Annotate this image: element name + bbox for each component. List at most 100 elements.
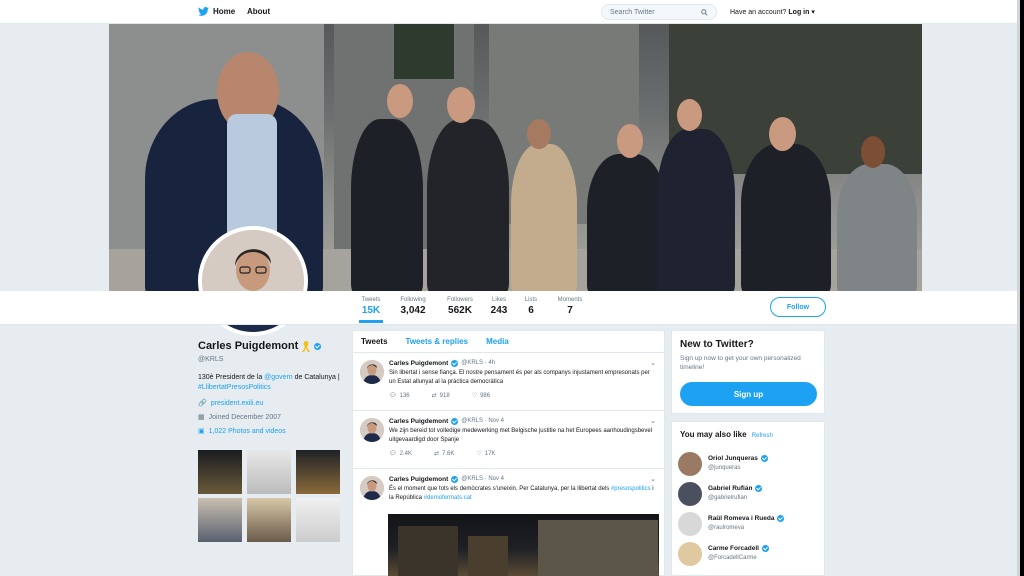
like-count: 986 [480, 393, 491, 399]
tweet-author[interactable]: Carles Puigdemont [389, 417, 448, 426]
retweet-button[interactable]: ⇄ 918 [432, 392, 450, 401]
photos-label: 1,022 Photos and videos [208, 427, 286, 435]
stat-followers[interactable]: Followers 562K [443, 297, 477, 316]
stat-value: 243 [490, 305, 508, 316]
suggested-account[interactable]: Gabriel Rufián @gabrielrufian [678, 482, 818, 508]
signup-box: New to Twitter? Sign up now to get your … [671, 330, 825, 414]
suggested-name: Gabriel Rufián [708, 485, 753, 492]
photos-videos-link[interactable]: ▣ 1,022 Photos and videos [198, 427, 348, 436]
home-link[interactable]: Home [198, 7, 235, 16]
tweet-menu-chevron-icon[interactable]: ⌄ [650, 359, 656, 368]
suggested-avatar[interactable] [678, 482, 702, 506]
reply-count: 136 [399, 393, 410, 399]
verified-badge-icon [451, 476, 459, 483]
tab-tweets-replies[interactable]: Tweets & replies [406, 337, 469, 346]
like-button[interactable]: ♡ 986 [472, 392, 490, 401]
bio-govern-link[interactable]: @govern [264, 374, 293, 381]
signup-text: Sign up now to get your own personalized… [680, 355, 801, 371]
tweet-menu-chevron-icon[interactable]: ⌄ [650, 417, 656, 426]
suggested-name-row: Oriol Junqueras [708, 455, 768, 462]
bio-text-mid: de Catalunya | [292, 374, 340, 381]
tweet-avatar[interactable] [360, 476, 384, 500]
profile-website[interactable]: 🔗 president.exili.eu [198, 399, 348, 408]
scrollbar[interactable] [1017, 0, 1020, 576]
tweet-author[interactable]: Carles Puigdemont [389, 359, 448, 368]
photo-thumbnail[interactable] [198, 498, 242, 542]
twitter-bird-icon [198, 7, 209, 16]
hashtag-link[interactable]: #presospolitics [611, 486, 651, 492]
retweet-button[interactable]: ⇄ 7.6K [434, 450, 454, 459]
chevron-down-icon[interactable]: ▾ [811, 9, 815, 16]
hashtag-link[interactable]: #demofermats.cat [424, 495, 472, 501]
stat-value: 562K [448, 305, 472, 316]
photo-thumbnail[interactable] [296, 498, 340, 542]
reply-button[interactable]: 💬︎ 136 [389, 392, 410, 401]
video-frame: Home About Search Twitter Have an accoun… [0, 0, 1024, 576]
profile-bio: 130è President de la @govern de Cataluny… [198, 373, 348, 393]
tab-media[interactable]: Media [486, 337, 509, 346]
follow-button[interactable]: Follow [770, 297, 826, 317]
about-link[interactable]: About [247, 7, 270, 16]
suggested-account[interactable]: Raül Romeva i Rueda @raulromeva [678, 512, 818, 538]
suggested-name: Carme Forcadell [708, 545, 759, 552]
tweet-text: És el moment que tots els demòcrates s'u… [389, 485, 656, 503]
stat-following[interactable]: Following 3,042 [396, 297, 430, 316]
tweet-item[interactable]: Carles Puigdemont @KRLS · Nov 4 ⌄ We zij… [353, 411, 664, 469]
photo-thumbnail[interactable] [247, 450, 291, 494]
suggested-avatar[interactable] [678, 452, 702, 476]
suggested-account[interactable]: Carme Forcadell @ForcadellCarme [678, 542, 818, 568]
stat-lists[interactable]: Lists 6 [521, 297, 541, 316]
tweet-author[interactable]: Carles Puigdemont [389, 475, 448, 484]
tweet-menu-chevron-icon[interactable]: ⌄ [650, 475, 656, 484]
suggested-account[interactable]: Oriol Junqueras @junqueras [678, 452, 818, 478]
login-link[interactable]: Log in [788, 9, 809, 16]
profile-joined: ▦ Joined December 2007 [198, 413, 348, 422]
search-input[interactable]: Search Twitter [601, 4, 717, 20]
tab-tweets[interactable]: Tweets [361, 337, 388, 346]
stat-likes[interactable]: Likes 243 [488, 297, 510, 316]
refresh-link[interactable]: Refresh [752, 433, 773, 439]
suggested-avatar[interactable] [678, 542, 702, 566]
tweet-text: We zijn bereid tot volledige medewerking… [389, 428, 653, 443]
photo-thumbnail[interactable] [247, 498, 291, 542]
profile-name-row: Carles Puigdemont [198, 340, 348, 352]
bio-hashtag-link[interactable]: #LlibertatPresosPolitics [198, 384, 271, 391]
ribbon-icon [302, 340, 311, 352]
stat-tweets[interactable]: Tweets 15K [359, 297, 383, 323]
tweet-meta: @KRLS · Nov 4 [461, 476, 505, 482]
suggested-name: Oriol Junqueras [708, 455, 758, 462]
stat-label: Moments [557, 297, 583, 303]
tweet-header: Carles Puigdemont @KRLS · Nov 4 [389, 475, 656, 484]
reply-button[interactable]: 💬︎ 2.4K [389, 450, 412, 459]
reply-icon: 💬︎ [389, 393, 397, 399]
suggested-name-row: Carme Forcadell [708, 545, 769, 552]
tweet-media-image[interactable] [388, 514, 659, 576]
account-prompt: Have an account? [730, 9, 787, 16]
tweet-header: Carles Puigdemont @KRLS · Nov 4 [389, 417, 656, 426]
profile-stats-bar: Tweets 15K Following 3,042 Followers 562… [0, 291, 1020, 325]
stat-label: Followers [447, 297, 473, 303]
like-button[interactable]: ♡ 17K [476, 450, 495, 459]
bio-text: 130è President de la [198, 374, 265, 381]
photo-thumbnail[interactable] [198, 450, 242, 494]
tweet-item[interactable]: Carles Puigdemont @KRLS · Nov 4 ⌄ És el … [353, 469, 664, 509]
photo-thumbnail[interactable] [296, 450, 340, 494]
tweet-avatar[interactable] [360, 360, 384, 384]
verified-badge-icon [777, 515, 785, 522]
signup-button[interactable]: Sign up [680, 382, 817, 406]
retweet-count: 918 [439, 393, 450, 399]
tweet-header: Carles Puigdemont @KRLS · 4h [389, 359, 656, 368]
suggested-avatar[interactable] [678, 512, 702, 536]
verified-badge-icon [314, 342, 322, 350]
search-icon [701, 8, 708, 16]
calendar-icon: ▦ [198, 414, 205, 421]
tweet-item[interactable]: Carles Puigdemont @KRLS · 4h ⌄ Sin liber… [353, 353, 664, 411]
timeline-tabs: Tweets Tweets & replies Media [353, 331, 664, 353]
tweet-text-part: És el moment que tots els demòcrates s'u… [389, 486, 611, 492]
profile-card: Carles Puigdemont @KRLS 130è President d… [198, 340, 348, 435]
heart-icon: ♡ [471, 393, 478, 399]
stat-moments[interactable]: Moments 7 [553, 297, 587, 316]
stat-value: 15K [361, 305, 381, 316]
tweet-avatar[interactable] [360, 418, 384, 442]
photo-grid [198, 450, 340, 546]
